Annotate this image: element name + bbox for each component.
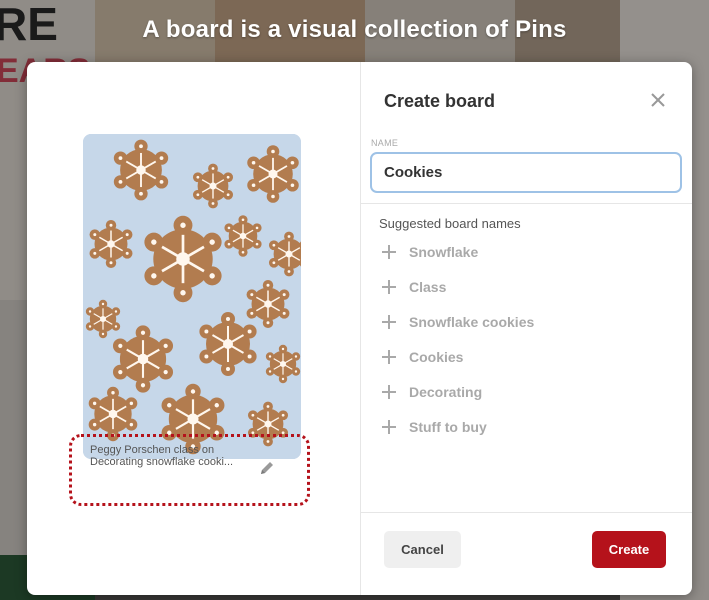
create-button[interactable]: Create: [592, 531, 666, 568]
suggestion-item[interactable]: Decorating: [379, 374, 679, 409]
onboarding-banner: A board is a visual collection of Pins: [142, 16, 567, 43]
name-field-label: NAME: [371, 138, 399, 148]
suggestion-item[interactable]: Snowflake cookies: [379, 304, 679, 339]
plus-icon: [382, 244, 396, 259]
pencil-icon[interactable]: [258, 459, 276, 477]
suggestion-label: Stuff to buy: [409, 418, 487, 435]
create-board-dialog: Peggy Porschen class on Decorating snowf…: [27, 62, 692, 595]
suggestion-item[interactable]: Cookies: [379, 339, 679, 374]
suggestion-item[interactable]: Snowflake: [379, 234, 679, 269]
footer-divider: [361, 512, 692, 513]
plus-icon: [382, 314, 396, 329]
form-divider: [361, 203, 692, 204]
plus-icon: [382, 349, 396, 364]
cancel-button[interactable]: Cancel: [384, 531, 461, 568]
suggestion-label: Class: [409, 278, 447, 295]
suggested-names-list: Snowflake Class Snowflake cookies Cookie…: [379, 234, 679, 444]
suggestion-item[interactable]: Class: [379, 269, 679, 304]
pin-caption: Peggy Porschen class on Decorating snowf…: [90, 444, 234, 468]
pin-image: [83, 134, 301, 459]
suggestion-label: Decorating: [409, 383, 483, 400]
plus-icon: [382, 279, 396, 294]
suggestion-item[interactable]: Stuff to buy: [379, 409, 679, 444]
suggestion-label: Cookies: [409, 348, 464, 365]
plus-icon: [382, 384, 396, 399]
create-board-form: Create board NAME Suggested board names …: [361, 62, 692, 595]
board-name-input[interactable]: [370, 152, 682, 193]
plus-icon: [382, 419, 396, 434]
suggestion-label: Snowflake: [409, 243, 479, 260]
close-icon[interactable]: [647, 89, 669, 111]
suggested-names-heading: Suggested board names: [379, 216, 521, 231]
pin-preview-pane: Peggy Porschen class on Decorating snowf…: [27, 62, 360, 595]
suggestion-label: Snowflake cookies: [409, 313, 535, 330]
dialog-title: Create board: [384, 91, 496, 111]
screen: RE EARS A board is a visual collection o…: [0, 0, 709, 600]
